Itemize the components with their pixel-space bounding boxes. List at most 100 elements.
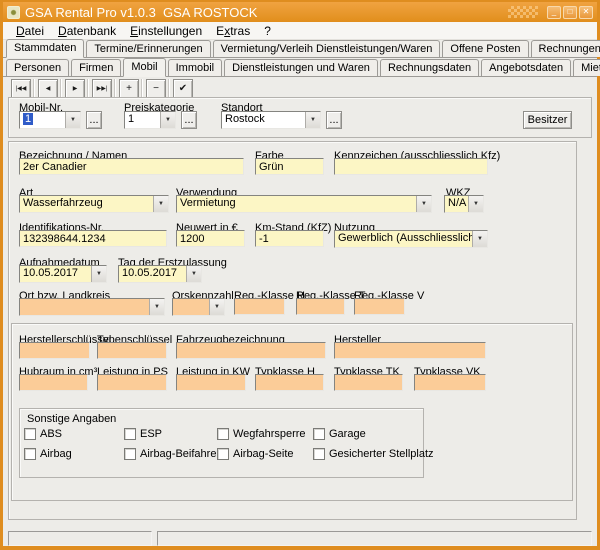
chevron-down-icon[interactable]: ▼ bbox=[472, 231, 487, 247]
tab-rechnungsdaten[interactable]: Rechnungsdaten bbox=[380, 59, 479, 76]
nutzung-value: Gewerblich (Ausschliesslich) bbox=[335, 231, 472, 247]
maximize-button[interactable]: □ bbox=[563, 6, 577, 19]
tab-termine-erinnerungen[interactable]: Termine/Erinnerungen bbox=[86, 40, 210, 57]
preiskategorie-browse-button[interactable]: ... bbox=[181, 111, 197, 129]
erstzulassung-value: 10.05.2017 bbox=[119, 266, 186, 282]
identifikations-nr-field[interactable] bbox=[19, 230, 167, 247]
leistung-kw-field[interactable] bbox=[176, 374, 246, 391]
nav-next-icon[interactable]: ▶ bbox=[65, 79, 85, 99]
wkz-combo[interactable]: N/A ▼ bbox=[444, 195, 484, 213]
menu-datenbank[interactable]: Datenbank bbox=[51, 24, 123, 38]
menu-einstellungen[interactable]: Einstellungen bbox=[123, 24, 209, 38]
reg-klasse-v-field[interactable] bbox=[354, 298, 405, 315]
checkbox-airbag-seite[interactable]: Airbag-Seite bbox=[217, 447, 294, 460]
typklasse-tk-field[interactable] bbox=[334, 374, 403, 391]
nutzung-combo[interactable]: Gewerblich (Ausschliesslich) ▼ bbox=[334, 230, 488, 248]
nav-last-icon[interactable]: ▶▶| bbox=[92, 79, 112, 99]
window-title: GSA Rental Pro v1.0.3 GSA ROSTOCK bbox=[25, 5, 503, 20]
hersteller-field[interactable] bbox=[334, 342, 486, 359]
chevron-down-icon[interactable]: ▼ bbox=[160, 112, 175, 128]
typklasse-h-field[interactable] bbox=[255, 374, 324, 391]
chevron-down-icon[interactable]: ▼ bbox=[305, 112, 320, 128]
checkbox-esp[interactable]: ESP bbox=[124, 427, 162, 440]
checkbox-airbag-beifahrer[interactable]: Airbag-Beifahrer bbox=[124, 447, 220, 460]
menubar: Datei Datenbank Einstellungen Extras ? bbox=[3, 22, 597, 40]
ort-value bbox=[20, 299, 149, 315]
typenschluessel-field[interactable] bbox=[97, 342, 167, 359]
standort-combo[interactable]: Rostock ▼ bbox=[221, 111, 321, 129]
chevron-down-icon[interactable]: ▼ bbox=[149, 299, 164, 315]
window-controls: _ □ ✕ bbox=[547, 6, 593, 19]
close-button[interactable]: ✕ bbox=[579, 6, 593, 19]
tab-angebotsdaten[interactable]: Angebotsdaten bbox=[481, 59, 571, 76]
menu-datei[interactable]: Datei bbox=[9, 24, 51, 38]
chevron-down-icon[interactable]: ▼ bbox=[91, 266, 106, 282]
statusbar-right bbox=[157, 531, 592, 546]
chevron-down-icon[interactable]: ▼ bbox=[153, 196, 168, 212]
aufnahmedatum-picker[interactable]: 10.05.2017 ▼ bbox=[19, 265, 107, 283]
nav-prior-icon[interactable]: ◀ bbox=[38, 79, 58, 99]
mobil-nr-combo[interactable]: 1 ▼ bbox=[19, 111, 81, 129]
tab-offene-posten[interactable]: Offene Posten bbox=[442, 40, 528, 57]
nav-delete-icon[interactable]: − bbox=[146, 79, 166, 99]
checkbox-wegfahrsperre[interactable]: Wegfahrsperre bbox=[217, 427, 306, 440]
preiskategorie-combo[interactable]: 1 ▼ bbox=[124, 111, 176, 129]
chevron-down-icon[interactable]: ▼ bbox=[416, 196, 431, 212]
tab-vermietung-verleih[interactable]: Vermietung/Verleih Dienstleistungen/Ware… bbox=[213, 40, 441, 57]
chevron-down-icon[interactable]: ▼ bbox=[186, 266, 201, 282]
verwendung-combo[interactable]: Vermietung ▼ bbox=[176, 195, 432, 213]
erstzulassung-picker[interactable]: 10.05.2017 ▼ bbox=[118, 265, 202, 283]
tab-dienstleistungen-waren[interactable]: Dienstleistungen und Waren bbox=[224, 59, 378, 76]
tab-mobil[interactable]: Mobil bbox=[123, 58, 165, 77]
chevron-down-icon[interactable]: ▼ bbox=[209, 299, 224, 315]
checkbox-garage[interactable]: Garage bbox=[313, 427, 366, 440]
typklasse-vk-field[interactable] bbox=[414, 374, 486, 391]
statusbar-left bbox=[8, 531, 152, 546]
titlebar-texture bbox=[508, 6, 538, 18]
minimize-button[interactable]: _ bbox=[547, 6, 561, 19]
checkbox-icon[interactable] bbox=[24, 428, 36, 440]
fahrzeugbezeichnung-field[interactable] bbox=[176, 342, 326, 359]
km-stand-field[interactable] bbox=[255, 230, 324, 247]
ort-combo[interactable]: ▼ bbox=[19, 298, 165, 316]
kennzeichen-field[interactable] bbox=[334, 158, 488, 175]
checkbox-icon[interactable] bbox=[313, 428, 325, 440]
menu-extras[interactable]: Extras bbox=[209, 24, 257, 38]
checkbox-gesicherter-stellplatz[interactable]: Gesicherter Stellplatz bbox=[313, 447, 434, 460]
checkbox-icon[interactable] bbox=[217, 448, 229, 460]
tab-rechnungen[interactable]: Rechnungen bbox=[531, 40, 600, 57]
chevron-down-icon[interactable]: ▼ bbox=[468, 196, 483, 212]
tab-personen[interactable]: Personen bbox=[6, 59, 69, 76]
checkbox-icon[interactable] bbox=[24, 448, 36, 460]
leistung-ps-field[interactable] bbox=[97, 374, 167, 391]
herstellerschluessel-field[interactable] bbox=[19, 342, 90, 359]
tab-firmen[interactable]: Firmen bbox=[71, 59, 121, 76]
mobil-nr-browse-button[interactable]: ... bbox=[86, 111, 102, 129]
bezeichnung-field[interactable] bbox=[19, 158, 244, 175]
checkbox-icon[interactable] bbox=[124, 448, 136, 460]
nav-post-icon[interactable]: ✔ bbox=[173, 79, 193, 99]
nav-first-icon[interactable]: |◀◀ bbox=[11, 79, 31, 99]
app-window: GSA Rental Pro v1.0.3 GSA ROSTOCK _ □ ✕ … bbox=[0, 0, 600, 550]
hubraum-field[interactable] bbox=[19, 374, 88, 391]
neuwert-field[interactable] bbox=[176, 230, 245, 247]
farbe-field[interactable] bbox=[255, 158, 324, 175]
nav-insert-icon[interactable]: + bbox=[119, 79, 139, 99]
besitzer-button[interactable]: Besitzer bbox=[523, 111, 572, 129]
checkbox-airbag[interactable]: Airbag bbox=[24, 447, 72, 460]
orskennzahl-combo[interactable]: ▼ bbox=[172, 298, 225, 316]
menu-hilfe[interactable]: ? bbox=[257, 24, 278, 38]
checkbox-icon[interactable] bbox=[217, 428, 229, 440]
tab-mietvertrag[interactable]: Mietvertrag bbox=[573, 59, 600, 76]
standort-browse-button[interactable]: ... bbox=[326, 111, 342, 129]
checkbox-abs[interactable]: ABS bbox=[24, 427, 62, 440]
art-combo[interactable]: Wasserfahrzeug ▼ bbox=[19, 195, 169, 213]
reg-klasse-t-field[interactable] bbox=[296, 298, 345, 315]
chevron-down-icon[interactable]: ▼ bbox=[65, 112, 80, 128]
checkbox-icon[interactable] bbox=[313, 448, 325, 460]
tab-immobil[interactable]: Immobil bbox=[168, 59, 223, 76]
app-icon bbox=[7, 6, 20, 19]
checkbox-icon[interactable] bbox=[124, 428, 136, 440]
tab-stammdaten[interactable]: Stammdaten bbox=[6, 39, 84, 58]
reg-klasse-h-field[interactable] bbox=[234, 298, 285, 315]
